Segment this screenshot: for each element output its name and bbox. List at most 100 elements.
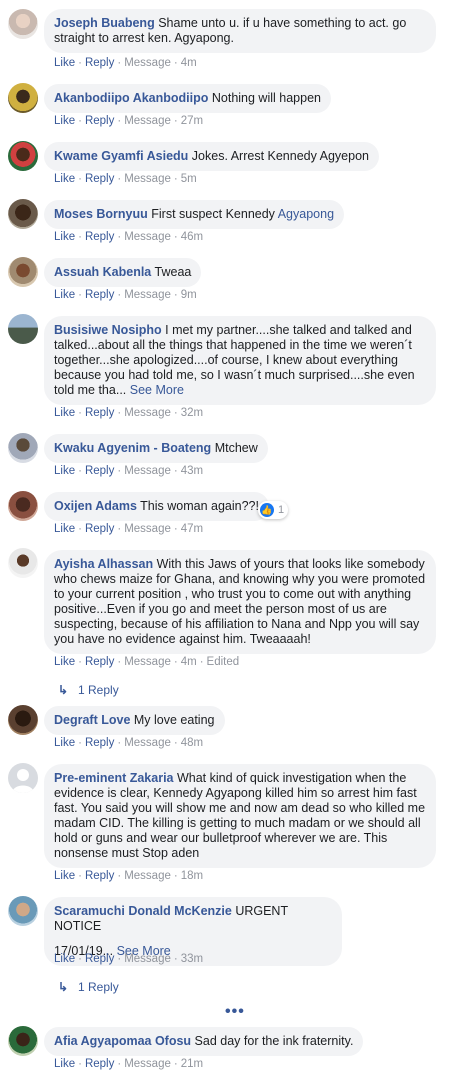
like-link[interactable]: Like xyxy=(54,523,75,535)
comment-author[interactable]: Kwame Gyamfi Asiedu xyxy=(54,149,188,163)
comment-bubble: Pre-eminent Zakaria What kind of quick i… xyxy=(44,764,436,868)
mention-link[interactable]: Agyapong xyxy=(278,207,334,221)
comment-bubble: Moses Bornyuu First suspect Kennedy Agya… xyxy=(44,200,345,229)
comment-text: Sad day for the ink fraternity. xyxy=(194,1034,354,1048)
reply-link[interactable]: Reply xyxy=(85,953,114,965)
comment-author[interactable]: Pre-eminent Zakaria xyxy=(54,771,174,785)
comment-text: This woman again??! xyxy=(140,499,259,513)
message-link[interactable]: Message xyxy=(124,57,171,69)
avatar[interactable] xyxy=(8,257,38,287)
comment-bubble: Kwaku Agyenim - Boateng Mtchew xyxy=(44,434,268,463)
comment-author[interactable]: Oxijen Adams xyxy=(54,499,137,513)
message-link[interactable]: Message xyxy=(124,656,171,668)
comment-text: My love eating xyxy=(133,713,215,727)
comment-author[interactable]: Akanbodiipo Akanbodiipo xyxy=(54,91,208,105)
avatar[interactable] xyxy=(8,548,38,578)
reply-link[interactable]: Reply xyxy=(85,407,114,419)
like-link[interactable]: Like xyxy=(54,115,75,127)
comment-bubble: Ayisha Alhassan With this Jaws of yours … xyxy=(44,550,436,654)
comment-actions: Like · Reply · Message · 5m xyxy=(54,173,197,185)
reply-link[interactable]: Reply xyxy=(85,737,114,749)
reply-arrow-icon: ↳ xyxy=(58,980,69,994)
message-link[interactable]: Message xyxy=(124,523,171,535)
avatar[interactable] xyxy=(8,1026,38,1056)
reply-link[interactable]: Reply xyxy=(85,523,114,535)
timestamp[interactable]: 4m xyxy=(181,656,197,668)
reply-link[interactable]: Reply xyxy=(85,115,114,127)
message-link[interactable]: Message xyxy=(124,407,171,419)
avatar[interactable] xyxy=(8,199,38,229)
reply-link[interactable]: Reply xyxy=(85,57,114,69)
like-link[interactable]: Like xyxy=(54,656,75,668)
comment-author[interactable]: Kwaku Agyenim - Boateng xyxy=(54,441,211,455)
timestamp[interactable]: 21m xyxy=(181,1058,203,1070)
comment-text: Mtchew xyxy=(214,441,258,455)
reply-link[interactable]: Reply xyxy=(85,870,114,882)
see-more-link[interactable]: See More xyxy=(130,383,184,397)
more-comments-button[interactable]: ••• xyxy=(225,1003,245,1021)
view-replies-link[interactable]: ↳ 1 Reply xyxy=(58,980,119,994)
like-link[interactable]: Like xyxy=(54,465,75,477)
reply-link[interactable]: Reply xyxy=(85,289,114,301)
like-link[interactable]: Like xyxy=(54,231,75,243)
avatar[interactable] xyxy=(8,141,38,171)
message-link[interactable]: Message xyxy=(124,737,171,749)
comment-author[interactable]: Busisiwe Nosipho xyxy=(54,323,162,337)
edited-label[interactable]: Edited xyxy=(207,656,240,668)
comment-actions: Like · Reply · Message · 4m · Edited xyxy=(54,656,240,668)
reaction-count[interactable]: 👍 1 xyxy=(258,501,289,519)
timestamp[interactable]: 5m xyxy=(181,173,197,185)
timestamp[interactable]: 48m xyxy=(181,737,203,749)
like-link[interactable]: Like xyxy=(54,1058,75,1070)
message-link[interactable]: Message xyxy=(124,465,171,477)
reply-link[interactable]: Reply xyxy=(85,231,114,243)
message-link[interactable]: Message xyxy=(124,870,171,882)
comment-bubble: Joseph Buabeng Shame unto u. if u have s… xyxy=(44,9,436,53)
comment-author[interactable]: Joseph Buabeng xyxy=(54,16,155,30)
avatar[interactable] xyxy=(8,763,38,793)
message-link[interactable]: Message xyxy=(124,173,171,185)
like-link[interactable]: Like xyxy=(54,173,75,185)
comment-author[interactable]: Ayisha Alhassan xyxy=(54,557,153,571)
timestamp[interactable]: 18m xyxy=(181,870,203,882)
timestamp[interactable]: 9m xyxy=(181,289,197,301)
avatar[interactable] xyxy=(8,896,38,926)
reply-link[interactable]: Reply xyxy=(85,656,114,668)
comment-author[interactable]: Moses Bornyuu xyxy=(54,207,148,221)
message-link[interactable]: Message xyxy=(124,289,171,301)
comment-actions: Like · Reply · Message · 47m xyxy=(54,523,204,535)
like-link[interactable]: Like xyxy=(54,953,75,965)
comment-author[interactable]: Afia Agyapomaa Ofosu xyxy=(54,1034,191,1048)
reply-link[interactable]: Reply xyxy=(85,1058,114,1070)
timestamp[interactable]: 27m xyxy=(181,115,203,127)
comment-bubble: Assuah Kabenla Tweaa xyxy=(44,258,202,287)
avatar[interactable] xyxy=(8,314,38,344)
like-link[interactable]: Like xyxy=(54,289,75,301)
message-link[interactable]: Message xyxy=(124,115,171,127)
like-link[interactable]: Like xyxy=(54,407,75,419)
like-link[interactable]: Like xyxy=(54,870,75,882)
avatar[interactable] xyxy=(8,491,38,521)
comment-author[interactable]: Scaramuchi Donald McKenzie xyxy=(54,904,232,918)
timestamp[interactable]: 33m xyxy=(181,953,203,965)
like-link[interactable]: Like xyxy=(54,737,75,749)
comment-author[interactable]: Degraft Love xyxy=(54,713,130,727)
avatar[interactable] xyxy=(8,433,38,463)
like-link[interactable]: Like xyxy=(54,57,75,69)
comment-author[interactable]: Assuah Kabenla xyxy=(54,265,151,279)
reply-link[interactable]: Reply xyxy=(85,465,114,477)
timestamp[interactable]: 4m xyxy=(181,57,197,69)
avatar[interactable] xyxy=(8,83,38,113)
message-link[interactable]: Message xyxy=(124,231,171,243)
timestamp[interactable]: 47m xyxy=(181,523,203,535)
timestamp[interactable]: 32m xyxy=(181,407,203,419)
avatar[interactable] xyxy=(8,705,38,735)
timestamp[interactable]: 46m xyxy=(181,231,203,243)
view-replies-link[interactable]: ↳ 1 Reply xyxy=(58,683,119,697)
avatar[interactable] xyxy=(8,9,38,39)
timestamp[interactable]: 43m xyxy=(181,465,203,477)
comment-text: Nothing will happen xyxy=(211,91,321,105)
message-link[interactable]: Message xyxy=(124,953,171,965)
reply-link[interactable]: Reply xyxy=(85,173,114,185)
message-link[interactable]: Message xyxy=(124,1058,171,1070)
